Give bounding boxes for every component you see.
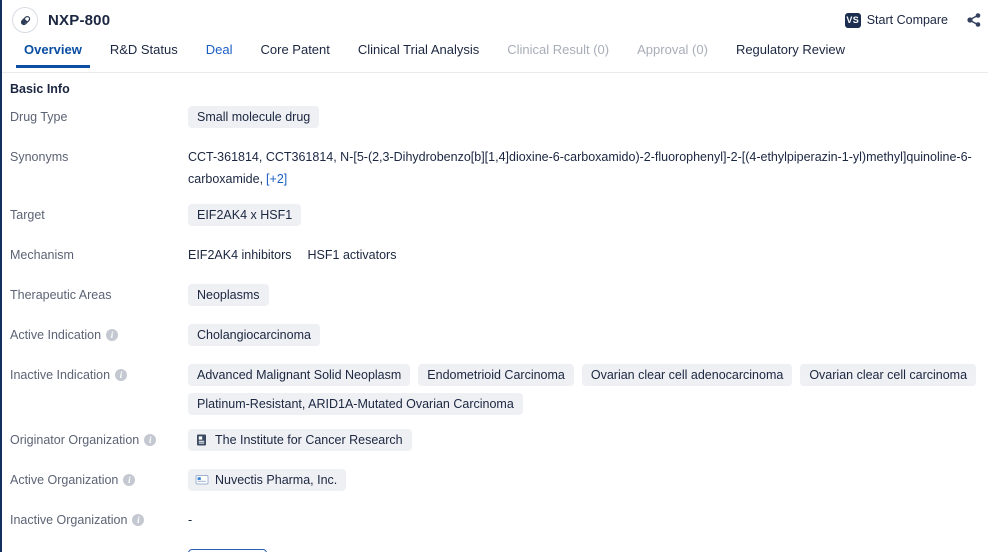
value-inactive-indication: Advanced Malignant Solid Neoplasm Endome… [188,364,988,415]
start-compare-button[interactable]: VS Start Compare [844,12,948,28]
tab-approval: Approval (0) [637,42,708,57]
tag-inactive-indication[interactable]: Advanced Malignant Solid Neoplasm [188,364,411,386]
header-left-group: NXP-800 [12,7,110,33]
tag-active-organization[interactable]: Nuvectis Pharma, Inc. [188,469,347,491]
inactive-organization-value: - [188,513,193,527]
label-target-text: Target [10,208,45,222]
label-active-indication: Active Indication i [2,324,188,346]
label-active-indication-text: Active Indication [10,328,102,342]
row-therapeutic-areas: Therapeutic Areas Neoplasms [2,284,988,310]
label-therapeutic-areas: Therapeutic Areas [2,284,188,306]
row-inactive-indication: Inactive Indication i Advanced Malignant… [2,364,988,415]
row-synonyms: Synonyms CCT-361814, CCT361814, N-[5-(2,… [2,146,988,190]
synonyms-text: CCT-361814, CCT361814, N-[5-(2,3-Dihydro… [188,150,972,186]
info-icon[interactable]: i [106,329,119,341]
capsule-icon [12,7,38,33]
row-active-indication: Active Indication i Cholangiocarcinoma [2,324,988,350]
info-icon[interactable]: i [115,369,128,381]
label-drug-type-text: Drug Type [10,110,68,124]
label-inactive-organization-text: Inactive Organization [10,513,128,527]
start-compare-label: Start Compare [866,13,948,27]
value-drug-type: Small molecule drug [188,106,988,128]
value-mechanism: EIF2AK4 inhibitors HSF1 activators [188,244,988,266]
row-drug-type: Drug Type Small molecule drug [2,106,988,132]
info-icon[interactable]: i [123,474,136,486]
info-icon[interactable]: i [132,514,145,526]
tag-therapeutic-area[interactable]: Neoplasms [188,284,269,306]
row-active-organization: Active Organization i Nuvectis Pharma, I… [2,469,988,495]
vs-badge-icon: VS [844,12,861,28]
tab-overview[interactable]: Overview [10,40,96,68]
row-inactive-organization: Inactive Organization i - [2,509,988,535]
page-title: NXP-800 [48,11,111,29]
value-synonyms: CCT-361814, CCT361814, N-[5-(2,3-Dihydro… [188,146,988,190]
tag-active-indication[interactable]: Cholangiocarcinoma [188,324,320,346]
value-target: EIF2AK4 x HSF1 [188,204,988,226]
tab-regulatory-review[interactable]: Regulatory Review [722,40,859,68]
label-synonyms: Synonyms [2,146,188,168]
mechanism-item-1: EIF2AK4 inhibitors [188,248,292,262]
tab-core-patent[interactable]: Core Patent [247,40,344,68]
institute-icon [195,433,208,447]
label-target: Target [2,204,188,226]
header-right-group: VS Start Compare [844,0,984,40]
tab-deal[interactable]: Deal [192,40,247,68]
row-originator-organization: Originator Organization i The Institute … [2,429,988,455]
tag-inactive-indication[interactable]: Ovarian clear cell adenocarcinoma [581,364,793,386]
value-active-organization: Nuvectis Pharma, Inc. [188,469,988,491]
label-mechanism: Mechanism [2,244,188,266]
value-inactive-organization: - [188,509,988,531]
label-originator-organization-text: Originator Organization [10,433,140,447]
label-originator-organization: Originator Organization i [2,429,188,451]
tag-drug-type[interactable]: Small molecule drug [188,106,320,128]
value-active-indication: Cholangiocarcinoma [188,324,988,346]
row-mechanism: Mechanism EIF2AK4 inhibitors HSF1 activa… [2,244,988,270]
tag-target[interactable]: EIF2AK4 x HSF1 [188,204,302,226]
value-originator-organization: The Institute for Cancer Research [188,429,988,451]
label-active-organization: Active Organization i [2,469,188,491]
label-mechanism-text: Mechanism [10,248,74,262]
active-organization-name: Nuvectis Pharma, Inc. [215,473,338,487]
tag-inactive-indication[interactable]: Ovarian clear cell carcinoma [800,364,977,386]
row-target: Target EIF2AK4 x HSF1 [2,204,988,230]
label-therapeutic-areas-text: Therapeutic Areas [10,288,112,302]
company-icon [195,473,209,487]
label-synonyms-text: Synonyms [10,150,69,164]
label-active-organization-text: Active Organization [10,473,119,487]
page-header: NXP-800 VS Start Compare [2,0,988,40]
label-drug-type: Drug Type [2,106,188,128]
tag-inactive-indication[interactable]: Endometrioid Carcinoma [418,364,574,386]
info-icon[interactable]: i [144,434,157,446]
label-inactive-organization: Inactive Organization i [2,509,188,531]
tag-originator-organization[interactable]: The Institute for Cancer Research [188,429,412,451]
tab-clinical-result: Clinical Result (0) [507,42,610,57]
tab-rd-status[interactable]: R&D Status [96,40,192,68]
label-inactive-indication-text: Inactive Indication [10,368,111,382]
share-icon[interactable] [962,9,984,31]
overview-content: Basic Info Drug Type Small molecule drug… [2,73,988,552]
originator-organization-name: The Institute for Cancer Research [215,433,403,447]
drug-detail-page: NXP-800 VS Start Compare Overview R&D St… [0,0,988,552]
label-inactive-indication: Inactive Indication i [2,364,188,386]
mechanism-item-2: HSF1 activators [307,248,397,262]
tab-bar: Overview R&D Status Deal Core Patent Cli… [2,40,988,73]
synonyms-more-link[interactable]: [+2] [266,172,287,186]
section-title-basic-info: Basic Info [10,82,70,96]
tag-inactive-indication[interactable]: Platinum-Resistant, ARID1A-Mutated Ovari… [188,393,523,415]
tab-clinical-trial-analysis[interactable]: Clinical Trial Analysis [344,40,493,68]
value-therapeutic-areas: Neoplasms [188,284,988,306]
